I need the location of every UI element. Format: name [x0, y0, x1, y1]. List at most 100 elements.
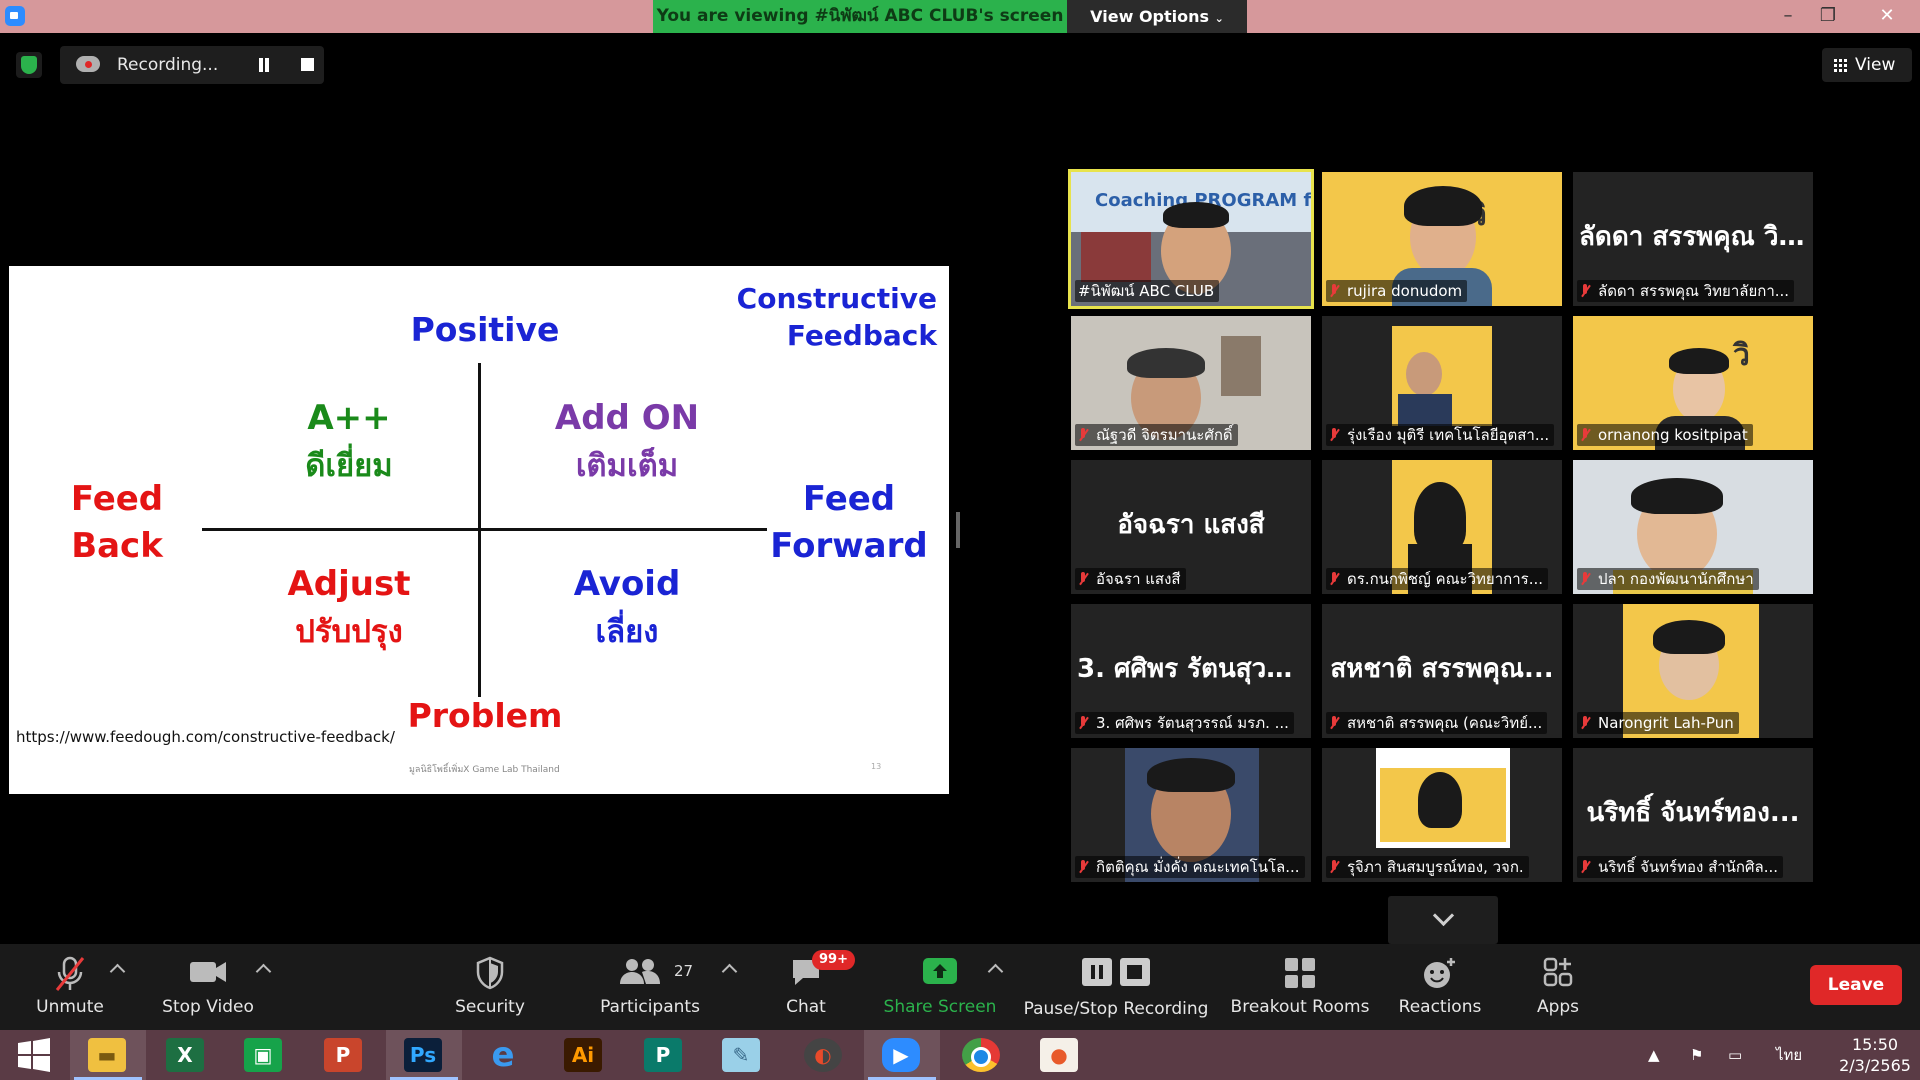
mic-muted-icon [1580, 572, 1590, 586]
taskbar-excel[interactable]: X [148, 1030, 224, 1080]
input-language[interactable]: ไทย [1776, 1030, 1802, 1080]
view-label: View [1855, 55, 1896, 75]
mic-muted-icon [1580, 428, 1590, 442]
taskbar-chrome[interactable] [944, 1030, 1020, 1080]
video-tile[interactable]: วิ ornanong kositpipat [1573, 316, 1813, 450]
clock-date: 2/3/2565 [1839, 1056, 1911, 1075]
notepad-icon: ✎ [722, 1038, 760, 1072]
participant-face [1406, 352, 1442, 396]
taskbar-paint[interactable]: ● [1022, 1030, 1098, 1080]
tray-overflow-chevron-icon[interactable]: ▲ [1648, 1030, 1662, 1080]
video-tile[interactable]: ดร.กนกพิชญ์ คณะวิทยาการ... [1322, 460, 1562, 594]
video-tile[interactable]: สหชาติ สรรพคุณ... สหชาติ สรรพคุณ (คณะวิท… [1322, 604, 1562, 738]
tile-name: #นิพัฒน์ ABC CLUB [1078, 282, 1215, 300]
taskbar-photoshop[interactable]: Ps [386, 1030, 462, 1080]
video-tile[interactable]: รุจิภา สินสมบูรณ์ทอง, วจก. [1322, 748, 1562, 882]
quadrant-a-plus-sub: ดีเยี่ยม [305, 448, 393, 484]
leave-button[interactable]: Leave [1810, 965, 1902, 1005]
taskbar-file-explorer[interactable]: ▬ [70, 1030, 146, 1080]
view-button[interactable]: View [1822, 48, 1912, 82]
mic-muted-icon [1078, 716, 1088, 730]
view-options-button[interactable]: View Options ⌄ [1067, 0, 1247, 33]
encryption-shield-icon[interactable] [16, 52, 42, 78]
shared-screen-slide: Positive Constructive Feedback Feed Back… [9, 266, 949, 794]
tile-name: ปลา กองพัฒนานักศึกษา [1598, 570, 1754, 588]
slide-source-url: https://www.feedough.com/constructive-fe… [16, 728, 395, 746]
system-clock[interactable]: 15:50 2/3/2565 [1830, 1034, 1920, 1076]
tile-name: รุ่งเรือง มุติรี เทคโนโลยีอุตสา... [1347, 426, 1550, 444]
smiley-add-icon [1424, 958, 1455, 988]
video-tile[interactable]: ลัดดา สรรพคุณ วิ... ลัดดา สรรพคุณ วิทยาล… [1573, 172, 1813, 306]
taskbar-illustrator[interactable]: Ai [546, 1030, 622, 1080]
tile-caption: รุจิภา สินสมบูรณ์ทอง, วจก. [1326, 856, 1529, 878]
video-tile[interactable]: Narongrit Lah-Pun [1573, 604, 1813, 738]
start-button[interactable] [0, 1030, 68, 1080]
mic-muted-icon [1329, 572, 1339, 586]
folder-icon: ▬ [88, 1038, 126, 1072]
taskbar-notepad[interactable]: ✎ [704, 1030, 780, 1080]
pause-stop-recording-button[interactable]: Pause/Stop Recording [1020, 944, 1212, 1030]
taskbar-photoscape[interactable]: ◐ [786, 1030, 862, 1080]
video-tile[interactable]: กิตติคุณ มั่งคั่ง คณะเทคโนโล... [1071, 748, 1311, 882]
meeting-toolbar: Unmute Stop Video Security 27 Participan… [0, 944, 1920, 1030]
tile-name: ลัดดา สรรพคุณ วิทยาลัยกา... [1598, 282, 1790, 300]
apps-button[interactable]: Apps [1510, 944, 1606, 1030]
slide-constructive-feedback-title: Constructive Feedback [703, 280, 937, 354]
zoom-app-icon: ▶ [882, 1038, 920, 1072]
restore-button[interactable]: ❐ [1808, 0, 1848, 33]
security-button[interactable]: Security [440, 944, 540, 1030]
video-tile[interactable]: วิ rujira donudom [1322, 172, 1562, 306]
gallery-next-page-button[interactable] [1388, 896, 1498, 944]
breakout-rooms-label: Breakout Rooms [1230, 997, 1370, 1017]
tile-caption: rujira donudom [1326, 280, 1468, 302]
video-tile[interactable]: ณัฐวดี จิตรมานะศักดิ์ [1071, 316, 1311, 450]
video-camera-icon [190, 962, 226, 982]
internet-explorer-icon: e [491, 1035, 515, 1075]
participants-options-caret-icon[interactable] [721, 963, 738, 980]
reactions-button[interactable]: Reactions [1390, 944, 1490, 1030]
panel-resize-handle[interactable] [956, 512, 960, 548]
taskbar-zoom[interactable]: ▶ [864, 1030, 940, 1080]
close-button[interactable]: ✕ [1862, 0, 1912, 33]
participants-count: 27 [674, 962, 694, 980]
quadrant-add-on-title: Add ON [554, 398, 700, 438]
tile-caption: นริทธิ์ จันทร์ทอง สำนักศิล... [1577, 856, 1784, 878]
tile-name: อัจฉรา แสงสี [1096, 570, 1181, 588]
unmute-button[interactable]: Unmute [20, 944, 120, 1030]
taskbar-internet-explorer[interactable]: e [466, 1030, 542, 1080]
mic-muted-icon [1078, 428, 1088, 442]
taskbar-publisher[interactable]: P [626, 1030, 702, 1080]
video-tile[interactable]: Coaching PROGRAM for #นิพัฒน์ ABC CLUB [1068, 169, 1314, 309]
minimize-button[interactable]: – [1768, 0, 1808, 33]
participant-shirt [1398, 394, 1452, 426]
taskbar-powerpoint[interactable]: P [306, 1030, 382, 1080]
breakout-rooms-button[interactable]: Breakout Rooms [1228, 944, 1372, 1030]
taskbar-store[interactable]: ▣ [226, 1030, 302, 1080]
participant-hair [1418, 772, 1462, 828]
zoom-logo-icon [5, 6, 25, 26]
video-tile[interactable]: อัจฉรา แสงสี อัจฉรา แสงสี [1071, 460, 1311, 594]
participant-hair [1163, 202, 1229, 228]
breakout-rooms-icon [1285, 958, 1315, 988]
security-label: Security [455, 997, 525, 1017]
video-tile[interactable]: 3. ศศิพร รัตนสุวร... 3. ศศิพร รัตนสุวรรณ… [1071, 604, 1311, 738]
video-tile[interactable]: นริทธิ์ จันทร์ทอง... นริทธิ์ จันทร์ทอง ส… [1573, 748, 1813, 882]
stop-video-button[interactable]: Stop Video [150, 944, 266, 1030]
stop-recording-icon[interactable] [301, 58, 314, 71]
quadrant-add-on: Add ON เติมเต็ม [517, 394, 737, 490]
mic-muted-icon [1580, 860, 1590, 874]
slide-feed-back-label: Feed Back [47, 476, 187, 570]
participants-button[interactable]: 27 Participants [590, 944, 710, 1030]
video-tile[interactable]: รุ่งเรือง มุติรี เทคโนโลยีอุตสา... [1322, 316, 1562, 450]
quadrant-adjust: Adjust ปรับปรุง [259, 560, 439, 656]
pause-recording-icon[interactable] [257, 58, 271, 72]
store-bag-icon: ▣ [244, 1038, 282, 1072]
tile-big-name: สหชาติ สรรพคุณ... [1330, 654, 1554, 684]
unmute-label: Unmute [36, 997, 104, 1017]
mic-muted-icon [55, 956, 85, 991]
network-icon[interactable]: ▭ [1728, 1030, 1742, 1080]
cloud-recording-icon [76, 56, 100, 72]
share-screen-button[interactable]: Share Screen [880, 944, 1000, 1030]
action-center-flag-icon[interactable]: ⚑ [1690, 1030, 1703, 1080]
video-tile[interactable]: ปลา กองพัฒนานักศึกษา [1573, 460, 1813, 594]
